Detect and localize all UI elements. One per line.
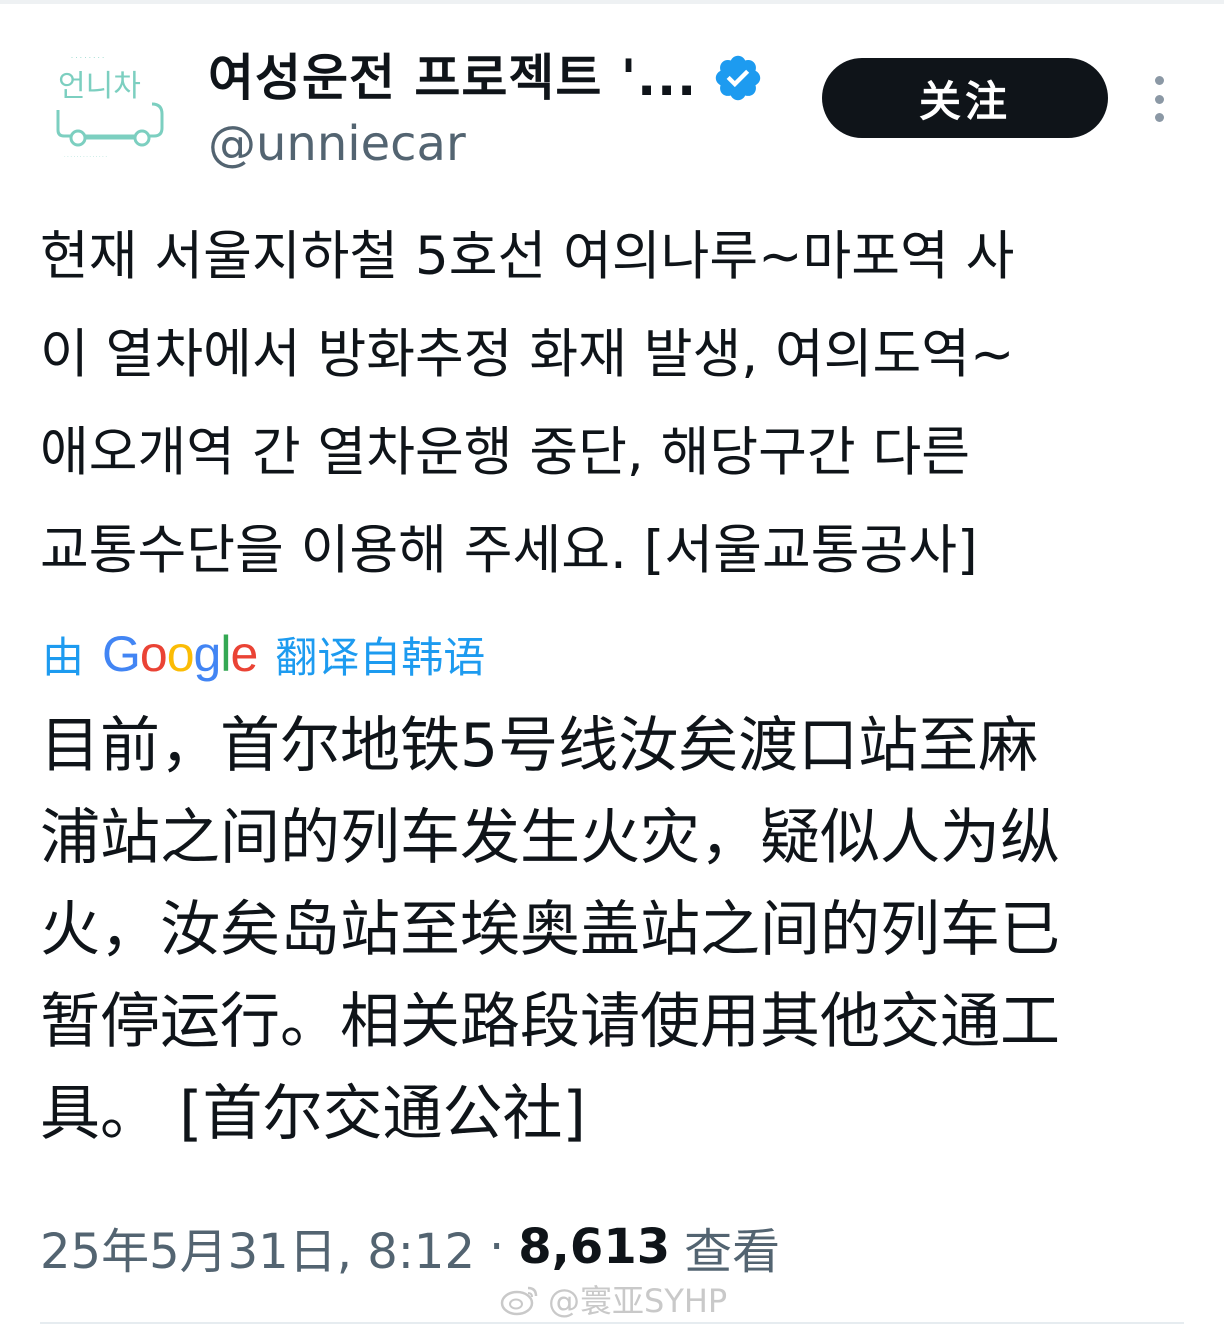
avatar[interactable]: · · · · · · · · · · 언니차 · · · · · · · · … [44, 44, 174, 174]
more-dot [1154, 94, 1164, 104]
google-letter: o [166, 626, 195, 682]
translation-prefix: 由 [42, 632, 85, 682]
tweet-line: 애오개역 간 열차운행 중단, 해당구간 다른 [40, 422, 971, 483]
more-dot [1154, 76, 1164, 85]
google-logo-icon: Google [102, 625, 258, 683]
tweet-timestamp[interactable]: 25年5月31日, 8:12 [40, 1212, 475, 1282]
google-letter: e [230, 626, 258, 682]
translated-line: 浦站之间的列车发生火灾，疑似人为纵 [40, 803, 1060, 873]
translated-line: 暂停运行。相关路段请使用其他交通工 [40, 987, 1060, 1057]
more-dot [1154, 113, 1164, 122]
google-letter: o [139, 626, 168, 682]
svg-text:· · · · · · · · · ·: · · · · · · · · · · [62, 54, 104, 62]
follow-button[interactable]: 关注 [822, 58, 1108, 138]
translation-attribution[interactable]: 由 Google 翻译自韩语 [42, 624, 485, 684]
tweet-line: 교통수단을 이용해 주세요. [서울교통공사] [40, 520, 978, 581]
tweet-line: 현재 서울지하철 5호선 여의나루~마포역 사 [40, 226, 1015, 287]
account-handle[interactable]: @unniecar [208, 116, 466, 172]
verified-badge-icon [715, 55, 761, 101]
bottom-divider [40, 1322, 1184, 1324]
translation-suffix: 翻译自韩语 [275, 632, 486, 682]
views-label: 查看 [684, 1224, 781, 1280]
meta-separator: · [489, 1219, 505, 1275]
tweet-text: 현재 서울지하철 5호선 여의나루~마포역 사 이 열차에서 방화추정 화재 발… [40, 208, 1190, 600]
watermark: @寰亚SYHP [500, 1276, 727, 1322]
tweet-meta: 25年5月31日, 8:12 · 8,613 查看 [40, 1212, 780, 1282]
views-count: 8,613 [518, 1219, 671, 1275]
google-letter: l [220, 626, 231, 682]
translated-text: 目前，首尔地铁5号线汝矣渡口站至麻 浦站之间的列车发生火灾，疑似人为纵 火，汝矣… [40, 700, 1190, 1160]
watermark-text: @寰亚SYHP [548, 1282, 728, 1320]
google-letter: G [102, 626, 141, 682]
translated-line: 目前，首尔地铁5号线汝矣渡口站至麻 [40, 711, 1039, 781]
more-options-icon[interactable] [1146, 76, 1172, 122]
weibo-logo-icon [500, 1286, 538, 1316]
unniecar-logo-icon: · · · · · · · · · · 언니차 · · · · · · · · … [45, 45, 173, 173]
tweet-line: 이 열차에서 방화추정 화재 발생, 여의도역~ [40, 324, 1015, 385]
translated-line: 火，汝矣岛站至埃奥盖站之间的列车已 [40, 895, 1060, 965]
display-name[interactable]: 여성운전 프로젝트 '... [208, 38, 697, 110]
avatar-logo-text: 언니차 [58, 69, 141, 104]
top-divider [0, 0, 1224, 4]
svg-text:· · · · · · · · · · · · · ·: · · · · · · · · · · · · · · [64, 154, 107, 160]
google-letter: g [193, 626, 222, 682]
translated-line: 具。 [首尔交通公社] [40, 1079, 586, 1149]
